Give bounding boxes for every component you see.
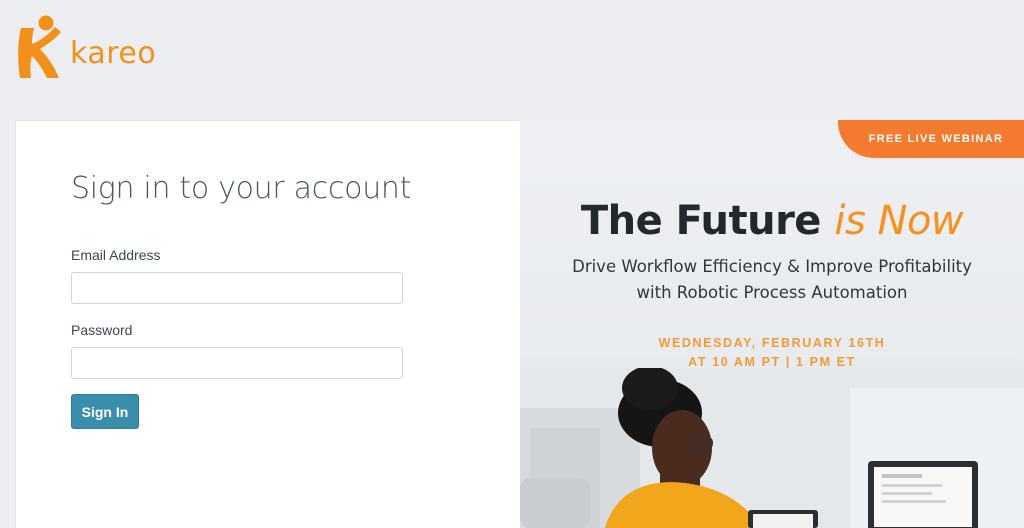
webinar-promo[interactable]: FREE LIVE WEBINAR The Future is Now Driv… bbox=[520, 120, 1024, 528]
promo-subtitle-line1: Drive Workflow Efficiency & Improve Prof… bbox=[572, 257, 972, 276]
promo-headline: The Future is Now bbox=[520, 198, 1024, 244]
password-field[interactable] bbox=[71, 347, 403, 379]
password-label: Password bbox=[71, 322, 133, 338]
promo-photo bbox=[520, 368, 1024, 528]
headline-accent: is Now bbox=[834, 198, 964, 244]
email-label: Email Address bbox=[71, 247, 161, 263]
headline-main: The Future bbox=[580, 198, 822, 244]
kareo-logo[interactable]: kareo bbox=[14, 14, 174, 82]
page-title: Sign in to your account bbox=[71, 171, 412, 206]
webinar-date: WEDNESDAY, FEBRUARY 16TH bbox=[658, 336, 886, 350]
email-field[interactable] bbox=[71, 272, 403, 304]
webinar-badge: FREE LIVE WEBINAR bbox=[838, 120, 1024, 158]
webinar-time: AT 10 AM PT | 1 PM ET bbox=[688, 355, 856, 369]
kareo-person-icon bbox=[18, 15, 61, 78]
promo-subtitle-line2: with Robotic Process Automation bbox=[636, 283, 908, 302]
signin-card: Sign in to your account Email Address Pa… bbox=[15, 120, 521, 528]
sign-in-button[interactable]: Sign In bbox=[71, 394, 139, 429]
brand-wordmark: kareo bbox=[70, 35, 157, 71]
